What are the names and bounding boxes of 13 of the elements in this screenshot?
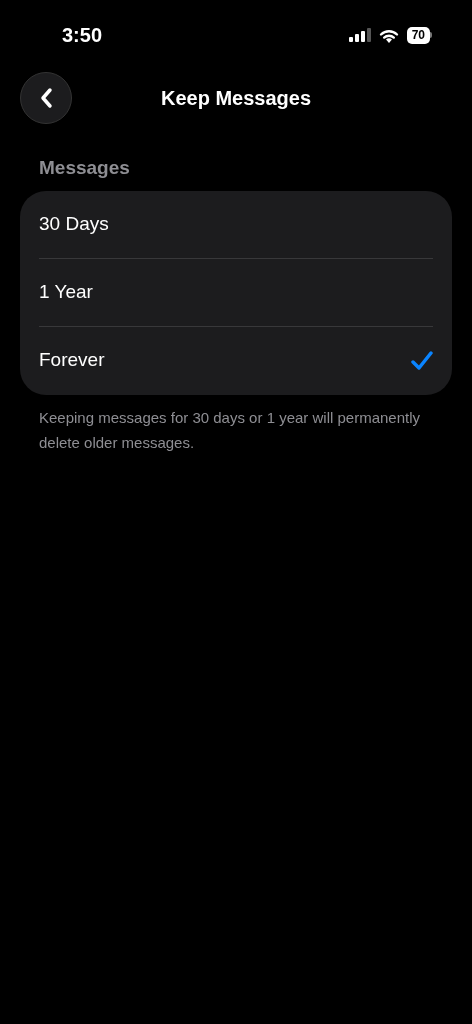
back-icon [39, 87, 53, 109]
checkmark-icon [411, 350, 433, 371]
option-row[interactable]: 30 Days [39, 190, 433, 259]
page-title: Keep Messages [160, 86, 312, 111]
back-button[interactable] [20, 72, 72, 124]
section-title: Messages [38, 156, 131, 180]
option-row[interactable]: 1 Year [39, 258, 433, 327]
wifi-icon [378, 27, 399, 43]
option-row[interactable]: Forever [39, 326, 433, 395]
battery-indicator: 70 [406, 26, 432, 44]
status-time: 3:50 [62, 23, 103, 48]
signal-icon [348, 28, 371, 42]
footer-note: Keeping messages for 30 days or 1 year will permanently delete older messages. [38, 407, 422, 453]
